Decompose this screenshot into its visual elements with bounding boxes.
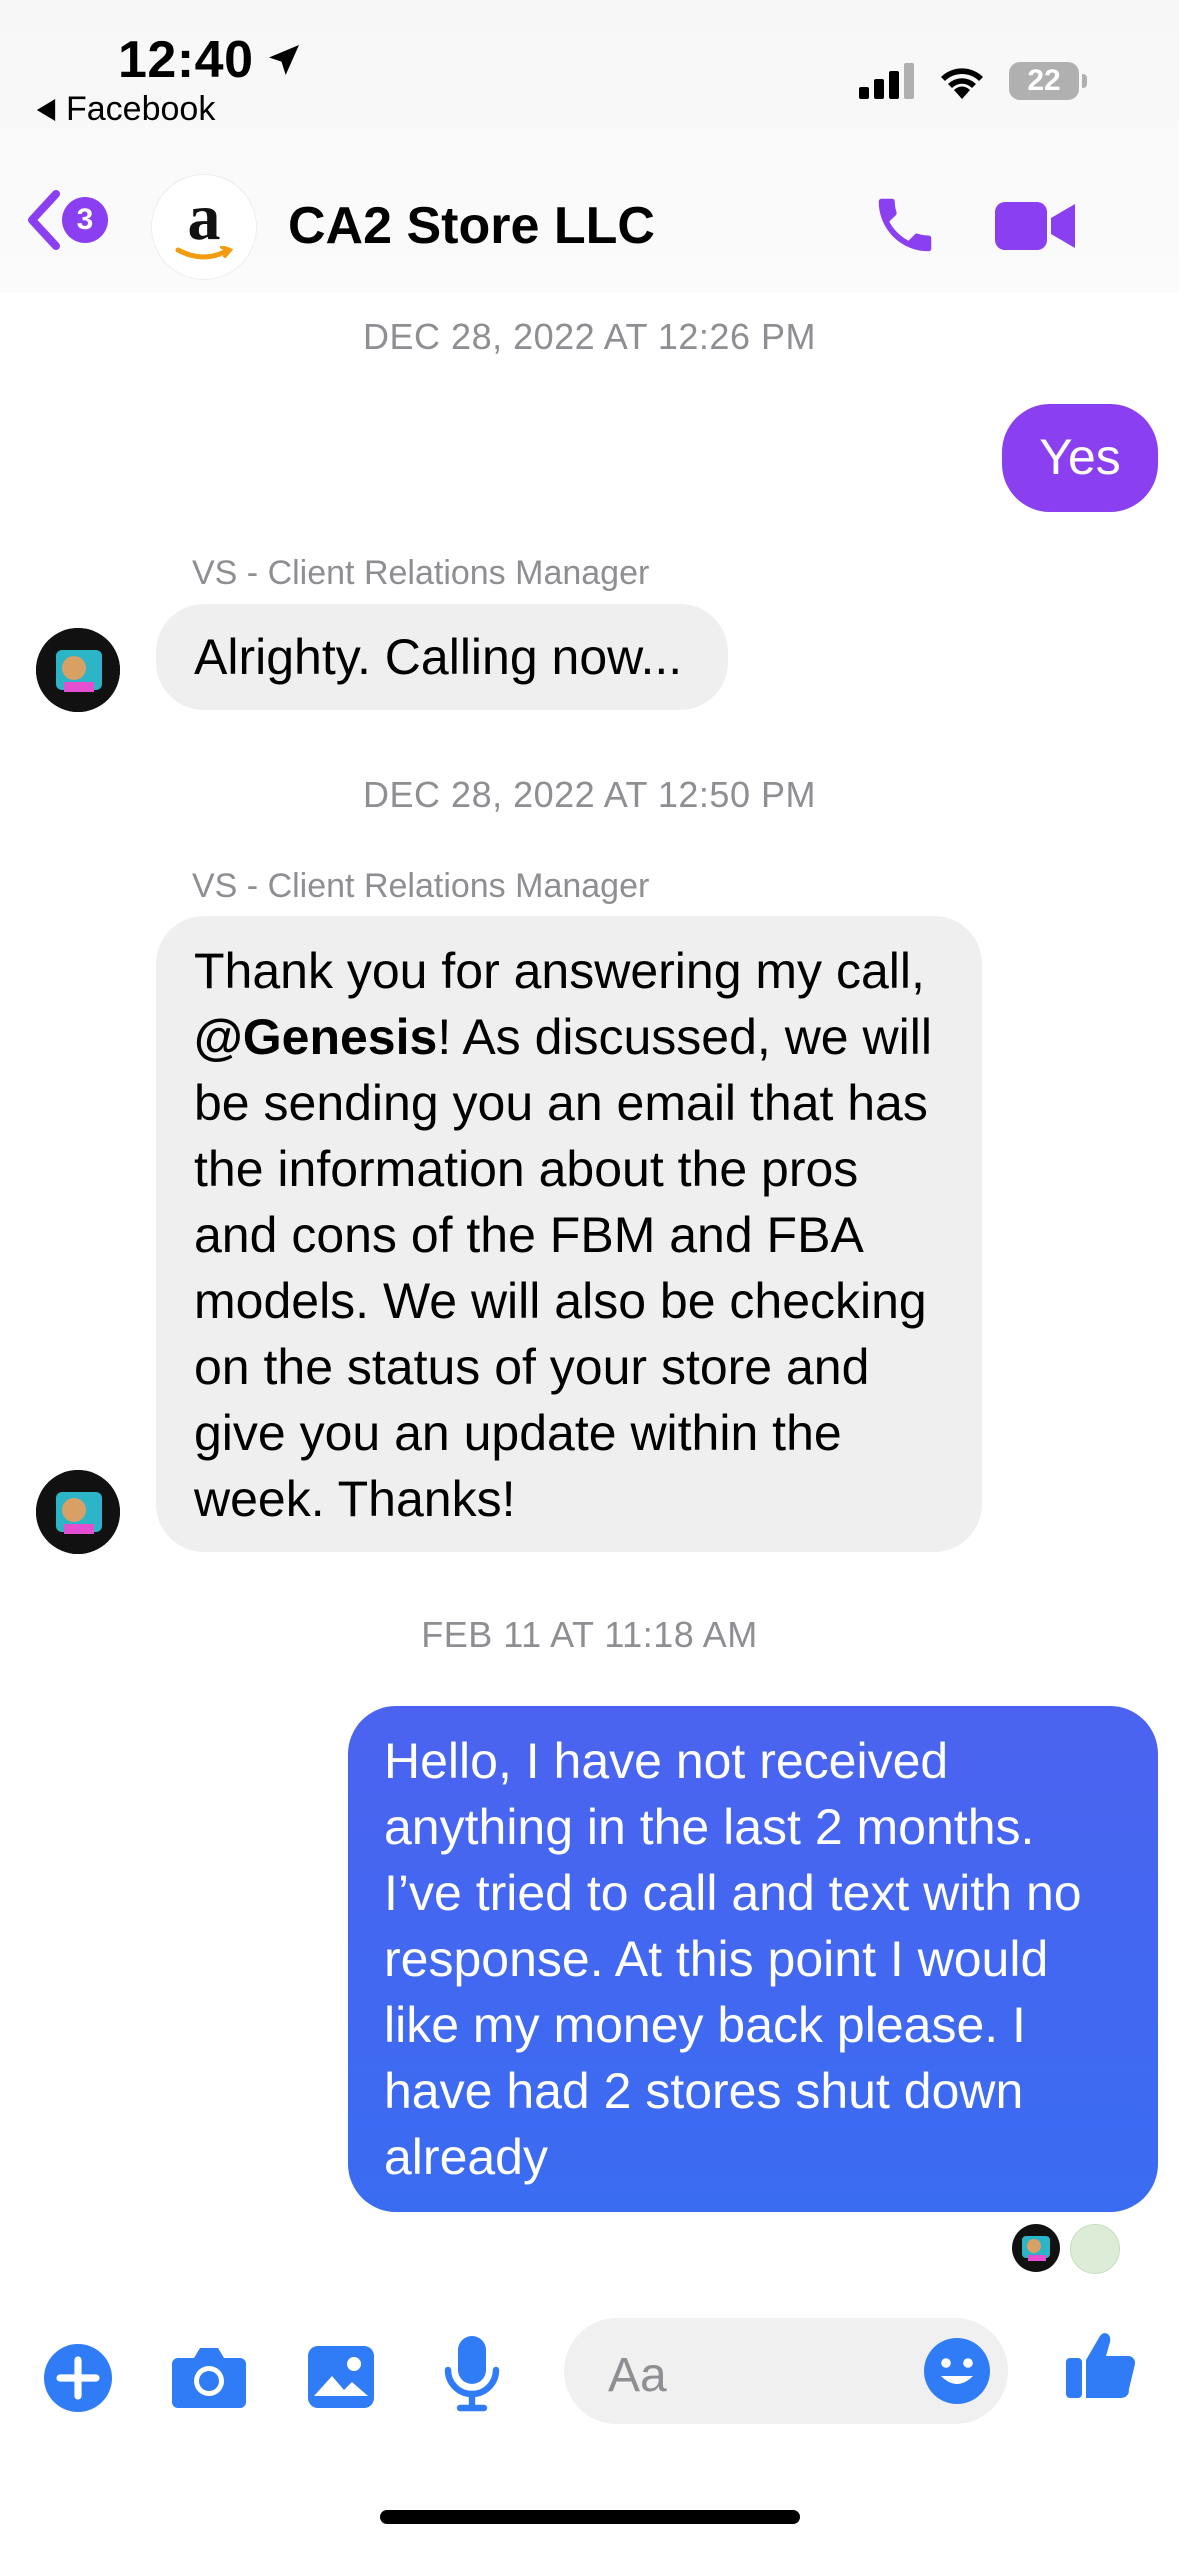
amazon-logo: a xyxy=(187,181,221,254)
location-arrow-icon xyxy=(268,45,299,75)
back-app-label: Facebook xyxy=(66,90,216,128)
voice-button[interactable] xyxy=(444,2334,500,2417)
contact-name[interactable]: CA2 Store LLC xyxy=(288,196,655,256)
sender-avatar[interactable] xyxy=(36,1470,120,1554)
back-button[interactable]: 3 xyxy=(24,190,108,250)
emoji-icon xyxy=(924,2338,990,2404)
home-indicator xyxy=(380,2510,800,2524)
timestamp: DEC 28, 2022 AT 12:26 PM xyxy=(363,316,816,357)
read-avatar xyxy=(1012,2224,1060,2272)
read-avatar xyxy=(1070,2224,1120,2274)
message-text: Thank you for answering my call, xyxy=(194,943,925,999)
avatar-image xyxy=(36,628,120,712)
phone-icon xyxy=(878,198,932,252)
video-call-button[interactable] xyxy=(995,198,1075,259)
back-to-app[interactable]: Facebook xyxy=(36,90,215,129)
thumbs-up-icon xyxy=(1066,2333,1136,2398)
gallery-button[interactable] xyxy=(306,2344,376,2415)
timestamp: FEB 11 AT 11:18 AM xyxy=(421,1614,758,1655)
audio-call-button[interactable] xyxy=(870,190,940,265)
sender-name: VS - Client Relations Manager xyxy=(192,867,650,905)
chevron-left-icon xyxy=(28,190,60,250)
message-incoming[interactable]: Alrighty. Calling now... xyxy=(156,604,728,710)
status-indicators: 22 xyxy=(859,62,1087,100)
video-camera-icon xyxy=(995,202,1075,250)
message-incoming-long[interactable]: Thank you for answering my call, @Genesi… xyxy=(156,916,982,1552)
image-icon xyxy=(308,2346,374,2408)
cellular-signal-icon xyxy=(859,63,914,99)
message-text: ! As discussed, we will be sending you a… xyxy=(194,1009,932,1527)
sender-avatar[interactable] xyxy=(36,628,120,712)
camera-button[interactable] xyxy=(170,2344,248,2415)
battery-indicator: 22 xyxy=(1009,62,1087,100)
mention-link[interactable]: @Genesis xyxy=(194,1009,437,1065)
time-label: 12:40 xyxy=(118,31,254,89)
message-input-placeholder: Aa xyxy=(608,2349,667,2402)
microphone-icon xyxy=(444,2336,500,2412)
timestamp: DEC 28, 2022 AT 12:50 PM xyxy=(363,774,816,815)
contact-avatar[interactable]: a xyxy=(152,175,256,279)
back-triangle-icon xyxy=(36,98,56,121)
avatar-image xyxy=(1022,2236,1050,2261)
read-receipts xyxy=(1012,2224,1120,2274)
like-button[interactable] xyxy=(1064,2328,1138,2407)
message-outgoing[interactable]: Yes xyxy=(1002,404,1158,512)
avatar-image xyxy=(36,1470,120,1554)
amazon-smile-icon xyxy=(175,246,234,260)
message-outgoing-long[interactable]: Hello, I have not received anything in t… xyxy=(348,1706,1158,2212)
add-button[interactable] xyxy=(42,2342,114,2419)
sender-name: VS - Client Relations Manager xyxy=(192,554,650,592)
unread-badge: 3 xyxy=(62,197,108,243)
wifi-icon xyxy=(941,68,983,99)
status-time: 12:40 xyxy=(118,30,304,90)
camera-icon xyxy=(172,2348,246,2408)
emoji-button[interactable] xyxy=(922,2336,992,2411)
plus-icon xyxy=(44,2344,112,2412)
